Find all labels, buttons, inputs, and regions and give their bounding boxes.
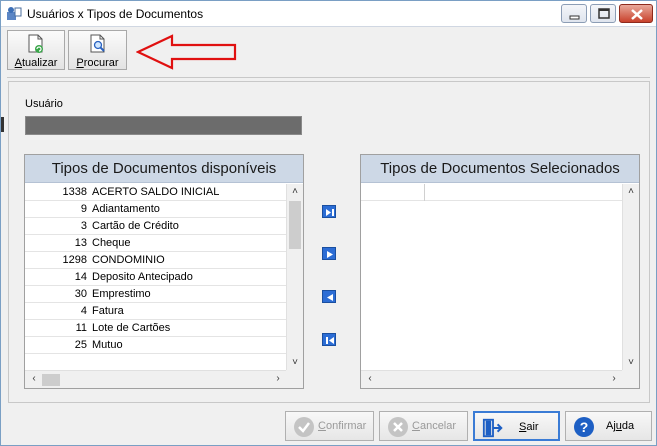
red-arrow-icon: [136, 34, 237, 70]
users-docs-icon: [7, 7, 22, 20]
scroll-corner: [286, 370, 303, 388]
window-title: Usuários x Tipos de Documentos: [27, 7, 204, 21]
move-all-left-button[interactable]: [322, 333, 336, 346]
hscroll-thumb[interactable]: [42, 374, 60, 386]
list-item[interactable]: 25 Mutuo: [25, 337, 287, 354]
doc-description: Lote de Cartões: [92, 322, 171, 334]
atualizar-label: Atualizar: [14, 57, 58, 69]
list-item[interactable]: 13 Cheque: [25, 235, 287, 252]
close-icon: [631, 9, 643, 20]
scroll-down-icon[interactable]: ˅: [288, 357, 302, 368]
usuario-field[interactable]: [25, 116, 302, 135]
scroll-right-icon[interactable]: ›: [607, 373, 621, 384]
maximize-icon: [598, 8, 610, 19]
check-circle-icon: [294, 417, 314, 437]
doc-description: Cheque: [92, 237, 131, 249]
minimize-button[interactable]: [561, 4, 587, 23]
exit-door-icon: [482, 418, 503, 438]
list-item[interactable]: 11 Lote de Cartões: [25, 320, 287, 337]
list-item[interactable]: 14 Deposito Antecipado: [25, 269, 287, 286]
doc-code: 13: [74, 237, 87, 249]
refresh-document-icon: [28, 34, 43, 53]
cancelar-label: Cancelar: [412, 420, 457, 432]
available-hscrollbar[interactable]: ‹ ›: [25, 370, 287, 388]
available-vscrollbar[interactable]: ˄ ˅: [286, 184, 303, 370]
available-list[interactable]: Tipos de Documentos disponíveis 1338 ACER…: [24, 154, 304, 389]
doc-code: 25: [74, 339, 87, 351]
usuario-label: Usuário: [25, 98, 63, 110]
ajuda-label: Ajuda: [606, 420, 635, 432]
list-item[interactable]: 9 Adiantamento: [25, 201, 287, 218]
doc-code: 3: [80, 220, 87, 232]
move-left-button[interactable]: [322, 290, 336, 303]
scroll-left-icon[interactable]: ‹: [363, 373, 377, 384]
toolbar-divider: [7, 77, 650, 78]
doc-description: Cartão de Crédito: [92, 220, 179, 232]
close-button[interactable]: [619, 4, 653, 23]
edge-marker: [1, 117, 4, 132]
svg-text:?: ?: [580, 419, 589, 435]
doc-description: Adiantamento: [92, 203, 160, 215]
doc-code: 30: [74, 288, 87, 300]
maximize-button[interactable]: [590, 4, 616, 23]
list-item[interactable]: 30 Emprestimo: [25, 286, 287, 303]
move-all-left-icon: [326, 337, 334, 344]
selected-header: Tipos de Documentos Selecionados: [361, 155, 639, 183]
selected-header-row: [361, 184, 623, 201]
available-header: Tipos de Documentos disponíveis: [25, 155, 303, 183]
selected-hscrollbar[interactable]: ‹ ›: [361, 370, 623, 388]
atualizar-button[interactable]: Atualizar: [7, 30, 65, 70]
title-bar: Usuários x Tipos de Documentos: [1, 1, 656, 27]
scroll-left-icon[interactable]: ‹: [27, 373, 41, 384]
list-item[interactable]: 3 Cartão de Crédito: [25, 218, 287, 235]
selected-list[interactable]: Tipos de Documentos Selecionados ˄ ˅ ‹ ›: [360, 154, 640, 389]
doc-description: Fatura: [92, 305, 124, 317]
selected-code-cell: [361, 184, 425, 201]
doc-description: ACERTO SALDO INICIAL: [92, 186, 220, 198]
procurar-button[interactable]: Procurar: [68, 30, 127, 70]
confirmar-button[interactable]: Confirmar: [285, 411, 374, 441]
main-window: Usuários x Tipos de Documentos Atualizar: [0, 0, 657, 446]
scroll-up-icon[interactable]: ˄: [288, 186, 302, 197]
list-item[interactable]: 1298 CONDOMINIO: [25, 252, 287, 269]
doc-code: 14: [74, 271, 87, 283]
list-item[interactable]: 1338 ACERTO SALDO INICIAL: [25, 184, 287, 201]
scroll-up-icon[interactable]: ˄: [624, 186, 638, 197]
scroll-down-icon[interactable]: ˅: [624, 357, 638, 368]
available-rows: 1338 ACERTO SALDO INICIAL 9 Adiantamento 3 Ca…: [25, 184, 287, 354]
doc-description: CONDOMINIO: [92, 254, 165, 266]
toolbar: Atualizar Procurar: [1, 27, 656, 73]
x-circle-icon: [388, 417, 408, 437]
ajuda-button[interactable]: ? Ajuda: [565, 411, 652, 441]
minimize-icon: [569, 15, 580, 20]
doc-description: Deposito Antecipado: [92, 271, 193, 283]
cancelar-button[interactable]: Cancelar: [379, 411, 468, 441]
scroll-right-icon[interactable]: ›: [271, 373, 285, 384]
scroll-thumb[interactable]: [289, 201, 301, 249]
scroll-corner: [622, 370, 639, 388]
move-all-right-icon: [326, 209, 334, 216]
selected-vscrollbar[interactable]: ˄ ˅: [622, 184, 639, 370]
move-all-right-button[interactable]: [322, 205, 336, 218]
search-document-icon: [90, 34, 105, 53]
doc-description: Mutuo: [92, 339, 123, 351]
help-icon: ?: [574, 417, 594, 437]
sair-button[interactable]: Sair: [473, 411, 560, 441]
doc-description: Emprestimo: [92, 288, 151, 300]
sair-label: Sair: [519, 421, 539, 433]
doc-code: 1338: [62, 186, 87, 198]
move-right-icon: [327, 251, 333, 258]
procurar-label: Procurar: [76, 57, 119, 69]
confirmar-label: Confirmar: [318, 420, 367, 432]
move-left-icon: [327, 294, 333, 301]
doc-code: 1298: [62, 254, 87, 266]
list-item[interactable]: 4 Fatura: [25, 303, 287, 320]
doc-code: 11: [75, 322, 87, 334]
doc-code: 9: [80, 203, 87, 215]
doc-code: 4: [80, 305, 87, 317]
move-right-button[interactable]: [322, 247, 336, 260]
